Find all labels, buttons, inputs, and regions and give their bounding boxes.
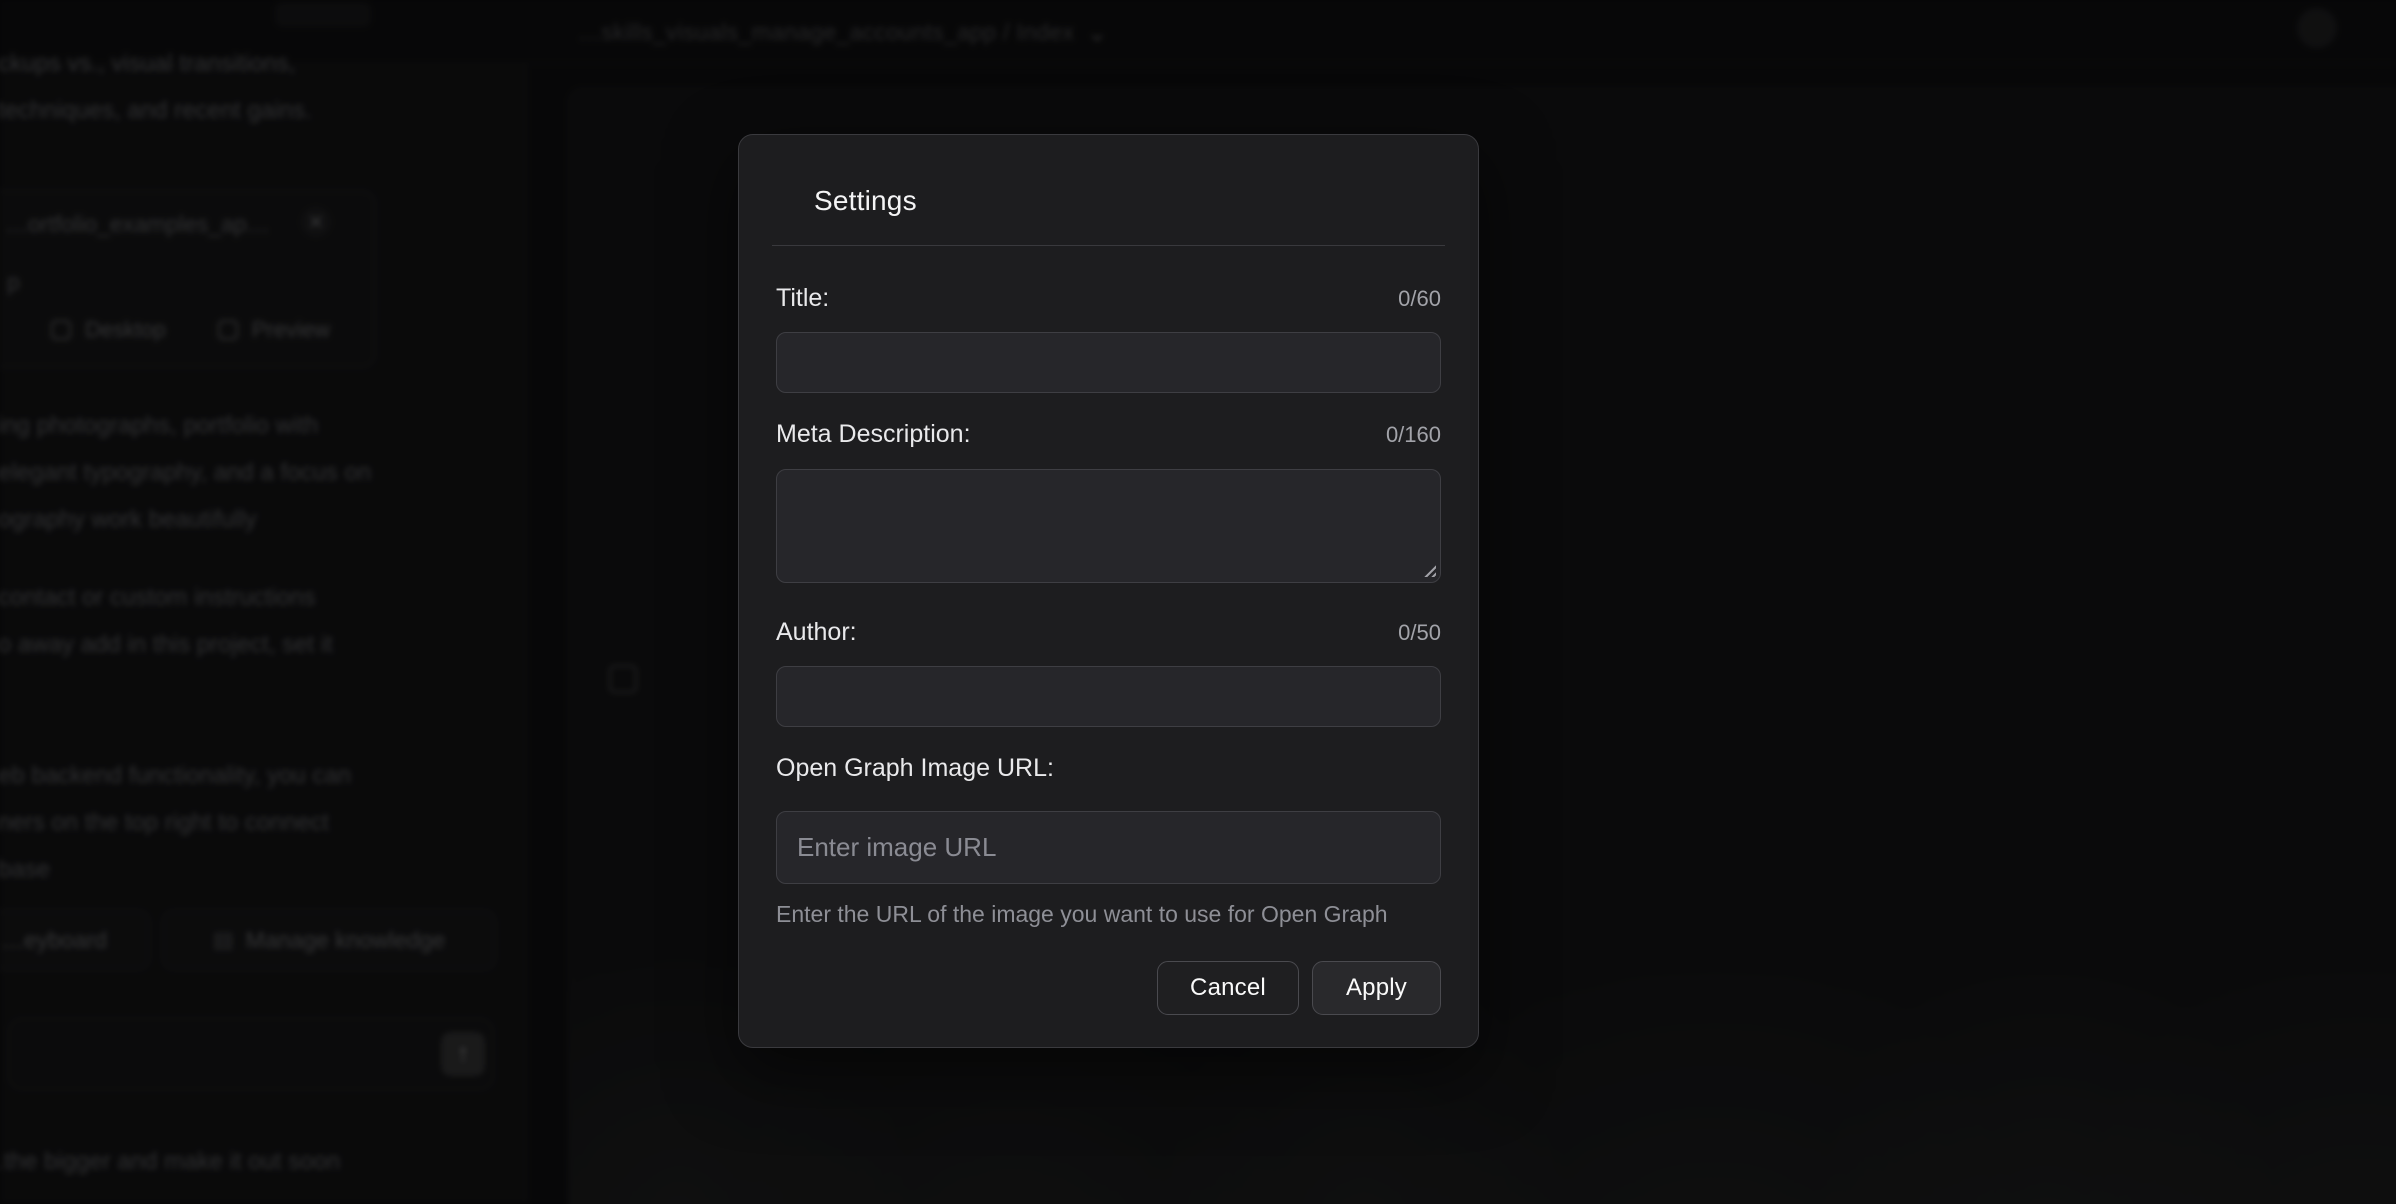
dialog-header: Settings — [739, 135, 1478, 221]
author-label: Author: — [776, 614, 857, 650]
screen: …skills_visuals_manage_accounts_app / In… — [0, 0, 2396, 1204]
og-helper-text: Enter the URL of the image you want to u… — [776, 898, 1441, 930]
dialog-title: Settings — [814, 181, 1441, 221]
author-input[interactable] — [776, 666, 1441, 727]
divider — [772, 245, 1445, 246]
cancel-button[interactable]: Cancel — [1157, 961, 1299, 1015]
title-field-row: Title: 0/60 — [776, 280, 1441, 317]
meta-description-label: Meta Description: — [776, 416, 971, 452]
dialog-actions: Cancel Apply — [776, 961, 1441, 1015]
title-char-counter: 0/60 — [1398, 281, 1441, 317]
meta-textarea-wrap — [776, 469, 1441, 583]
author-char-counter: 0/50 — [1398, 615, 1441, 651]
title-input[interactable] — [776, 332, 1441, 393]
author-field-row: Author: 0/50 — [776, 614, 1441, 651]
meta-char-counter: 0/160 — [1386, 417, 1441, 453]
meta-field-row: Meta Description: 0/160 — [776, 416, 1441, 453]
dialog-body: Title: 0/60 Meta Description: 0/160 Auth… — [739, 280, 1478, 1015]
og-image-url-label: Open Graph Image URL: — [776, 750, 1054, 786]
apply-button[interactable]: Apply — [1312, 961, 1441, 1015]
og-field-row: Open Graph Image URL: — [776, 750, 1441, 786]
og-image-url-input[interactable] — [776, 811, 1441, 884]
settings-dialog: Settings Title: 0/60 Meta Description: 0… — [738, 134, 1479, 1048]
title-label: Title: — [776, 280, 829, 316]
meta-description-textarea[interactable] — [776, 469, 1441, 583]
